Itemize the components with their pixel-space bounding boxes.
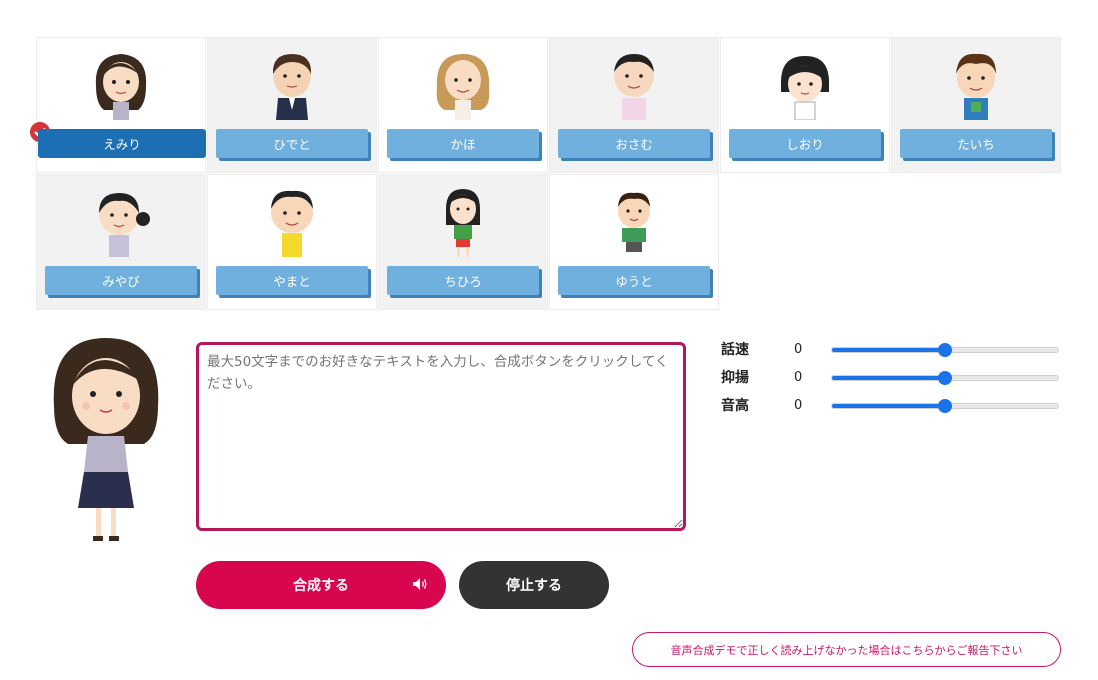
character-name-button[interactable]: みやび [45, 266, 197, 295]
slider-thumb[interactable] [938, 399, 952, 413]
slider-value: 0 [794, 342, 803, 357]
character-card-emiri[interactable]: えみり [28, 37, 206, 173]
character-name-button[interactable]: ちひろ [387, 266, 539, 295]
character-kaho-image [436, 54, 490, 120]
intonation-slider[interactable] [831, 371, 1059, 385]
stop-label: 停止する [506, 578, 562, 594]
character-miyabi-image [99, 193, 150, 257]
slider-thumb[interactable] [938, 343, 952, 357]
character-name-button[interactable]: えみり [38, 129, 206, 158]
pitch-slider[interactable] [831, 399, 1059, 413]
character-name-button[interactable]: しおり [729, 129, 881, 158]
character-osamu-image [614, 54, 654, 120]
voice-parameter-sliders: 話速 0 抑揚 0 音高 0 [721, 340, 1061, 424]
slider-fill [832, 404, 945, 408]
character-emiri-image [95, 54, 147, 120]
character-card-miyabi[interactable]: みやび [36, 174, 206, 310]
character-card-shiori[interactable]: しおり [720, 37, 890, 173]
character-name-button[interactable]: かほ [387, 129, 539, 158]
slider-label: 音高 [721, 398, 749, 414]
character-chihiro-image [446, 189, 480, 257]
character-yuto-image [618, 192, 650, 252]
stop-button[interactable]: 停止する [459, 561, 609, 609]
synthesize-label: 合成する [293, 578, 349, 594]
selected-character-large-image [53, 338, 159, 541]
character-shiori-image [781, 56, 829, 120]
report-link-button[interactable]: 音声合成デモで正しく読み上げなかった場合はこちらからご報告下さい [632, 632, 1061, 667]
slider-fill [832, 376, 945, 380]
speaker-icon [413, 578, 427, 590]
slider-fill [832, 348, 945, 352]
character-card-yuto[interactable]: ゆうと [549, 174, 719, 310]
text-input[interactable] [196, 342, 686, 531]
character-taichi-image [956, 53, 996, 120]
character-name-button[interactable]: おさむ [558, 129, 710, 158]
character-name-button[interactable]: ゆうと [558, 266, 710, 295]
slider-thumb[interactable] [938, 371, 952, 385]
character-card-osamu[interactable]: おさむ [549, 37, 719, 173]
slider-value: 0 [794, 370, 803, 385]
synthesize-button[interactable]: 合成する [196, 561, 446, 609]
character-card-taichi[interactable]: たいち [891, 37, 1061, 173]
speed-slider[interactable] [831, 343, 1059, 357]
character-card-hideto[interactable]: ひでと [207, 37, 377, 173]
slider-row-intonation: 抑揚 0 [721, 368, 1061, 396]
character-name-button[interactable]: たいち [900, 129, 1052, 158]
character-hideto-image [272, 54, 312, 120]
character-card-yamato[interactable]: やまと [207, 174, 377, 310]
character-name-button[interactable]: ひでと [216, 129, 368, 158]
slider-label: 話速 [721, 342, 749, 358]
slider-row-speed: 話速 0 [721, 340, 1061, 368]
character-card-chihiro[interactable]: ちひろ [378, 174, 548, 310]
character-yamato-image [271, 190, 313, 257]
report-link-label: 音声合成デモで正しく読み上げなかった場合はこちらからご報告下さい [670, 643, 1023, 657]
slider-value: 0 [794, 398, 803, 413]
character-name-button[interactable]: やまと [216, 266, 368, 295]
slider-label: 抑揚 [721, 370, 749, 386]
slider-row-pitch: 音高 0 [721, 396, 1061, 424]
character-card-kaho[interactable]: かほ [378, 37, 548, 173]
